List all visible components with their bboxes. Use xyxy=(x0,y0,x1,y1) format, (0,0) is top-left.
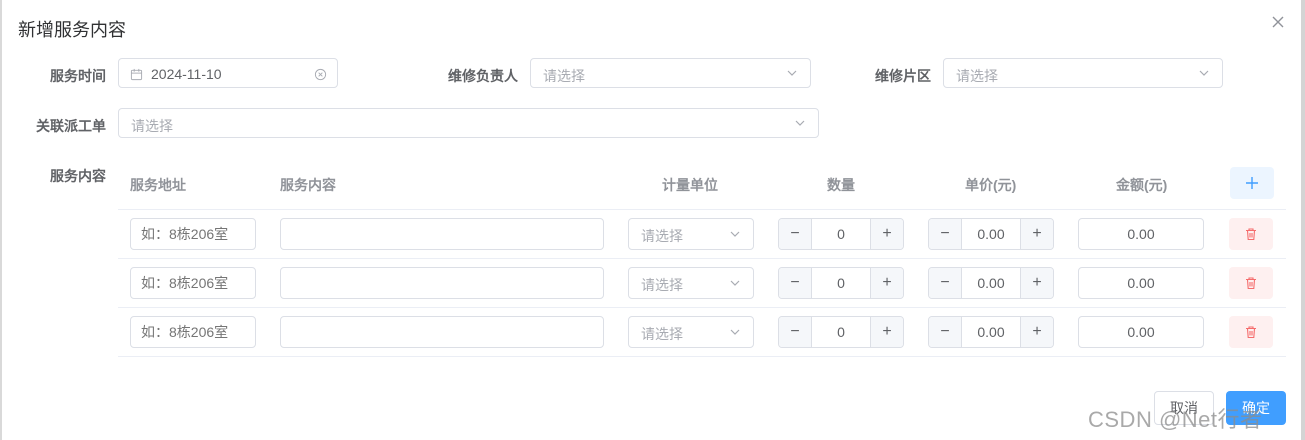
plus-icon[interactable]: + xyxy=(870,219,903,249)
repair-manager-select[interactable]: 请选择 xyxy=(530,58,811,88)
header-address: 服务地址 xyxy=(130,177,186,193)
row-divider xyxy=(118,356,1286,357)
quantity-stepper[interactable]: − 0 + xyxy=(778,316,904,348)
content-input[interactable] xyxy=(280,267,604,299)
chevron-down-icon xyxy=(1199,70,1209,76)
delete-row-button[interactable] xyxy=(1229,218,1273,250)
price-value[interactable]: 0.00 xyxy=(962,219,1020,249)
amount-field[interactable]: 0.00 xyxy=(1078,218,1204,250)
plus-icon[interactable]: + xyxy=(870,317,903,347)
close-icon[interactable] xyxy=(1268,12,1288,32)
repair-area-label: 维修片区 xyxy=(875,68,931,84)
price-stepper[interactable]: − 0.00 + xyxy=(928,267,1054,299)
work-order-label: 关联派工单 xyxy=(36,118,106,134)
price-stepper[interactable]: − 0.00 + xyxy=(928,218,1054,250)
quantity-stepper[interactable]: − 0 + xyxy=(778,218,904,250)
service-time-picker[interactable]: 2024-11-10 xyxy=(118,58,338,88)
minus-icon[interactable]: − xyxy=(929,219,962,249)
address-input[interactable] xyxy=(130,267,256,299)
header-price: 单价(元) xyxy=(965,177,1017,193)
minus-icon[interactable]: − xyxy=(779,219,812,249)
add-row-button[interactable] xyxy=(1230,167,1274,199)
repair-manager-label: 维修负责人 xyxy=(448,68,518,84)
unit-placeholder: 请选择 xyxy=(641,277,683,293)
repair-manager-placeholder: 请选择 xyxy=(543,68,585,84)
trash-icon xyxy=(1246,326,1256,339)
minus-icon[interactable]: − xyxy=(929,268,962,298)
trash-icon xyxy=(1246,277,1256,290)
row-divider xyxy=(118,209,1286,210)
unit-select[interactable]: 请选择 xyxy=(628,267,754,299)
header-amount: 金额(元) xyxy=(1116,177,1168,193)
chevron-down-icon xyxy=(730,329,740,335)
service-content-label: 服务内容 xyxy=(50,168,106,184)
amount-field[interactable]: 0.00 xyxy=(1078,267,1204,299)
chevron-down-icon xyxy=(730,280,740,286)
header-content: 服务内容 xyxy=(280,177,336,193)
service-time-label: 服务时间 xyxy=(50,68,106,84)
plus-icon[interactable]: + xyxy=(870,268,903,298)
price-stepper[interactable]: − 0.00 + xyxy=(928,316,1054,348)
price-value[interactable]: 0.00 xyxy=(962,317,1020,347)
header-unit: 计量单位 xyxy=(662,177,718,193)
chevron-down-icon xyxy=(730,231,740,237)
plus-icon[interactable]: + xyxy=(1020,317,1053,347)
service-time-value: 2024-11-10 xyxy=(151,66,222,82)
quantity-value[interactable]: 0 xyxy=(812,219,870,249)
price-value[interactable]: 0.00 xyxy=(962,268,1020,298)
row-divider xyxy=(118,307,1286,308)
quantity-value[interactable]: 0 xyxy=(812,268,870,298)
work-order-placeholder: 请选择 xyxy=(131,118,173,134)
left-edge xyxy=(0,0,2,440)
plus-icon xyxy=(1246,177,1258,189)
unit-select[interactable]: 请选择 xyxy=(628,316,754,348)
quantity-value[interactable]: 0 xyxy=(812,317,870,347)
minus-icon[interactable]: − xyxy=(779,317,812,347)
content-input[interactable] xyxy=(280,218,604,250)
chevron-down-icon xyxy=(787,70,797,76)
trash-icon xyxy=(1246,228,1256,241)
delete-row-button[interactable] xyxy=(1229,316,1273,348)
row-divider xyxy=(118,258,1286,259)
dialog-title: 新增服务内容 xyxy=(18,20,126,40)
repair-area-placeholder: 请选择 xyxy=(956,68,998,84)
content-input[interactable] xyxy=(280,316,604,348)
address-input[interactable] xyxy=(130,218,256,250)
quantity-stepper[interactable]: − 0 + xyxy=(778,267,904,299)
work-order-select[interactable]: 请选择 xyxy=(118,108,819,138)
amount-field[interactable]: 0.00 xyxy=(1078,316,1204,348)
clear-icon[interactable] xyxy=(314,68,327,81)
right-edge xyxy=(1301,0,1305,440)
unit-placeholder: 请选择 xyxy=(641,228,683,244)
plus-icon[interactable]: + xyxy=(1020,268,1053,298)
calendar-icon xyxy=(130,68,143,81)
chevron-down-icon xyxy=(795,120,805,126)
repair-area-select[interactable]: 请选择 xyxy=(943,58,1223,88)
delete-row-button[interactable] xyxy=(1229,267,1273,299)
header-quantity: 数量 xyxy=(827,177,855,193)
address-input[interactable] xyxy=(130,316,256,348)
watermark: CSDN @Net行者 xyxy=(1088,407,1263,432)
unit-placeholder: 请选择 xyxy=(641,326,683,342)
minus-icon[interactable]: − xyxy=(929,317,962,347)
minus-icon[interactable]: − xyxy=(779,268,812,298)
plus-icon[interactable]: + xyxy=(1020,219,1053,249)
unit-select[interactable]: 请选择 xyxy=(628,218,754,250)
